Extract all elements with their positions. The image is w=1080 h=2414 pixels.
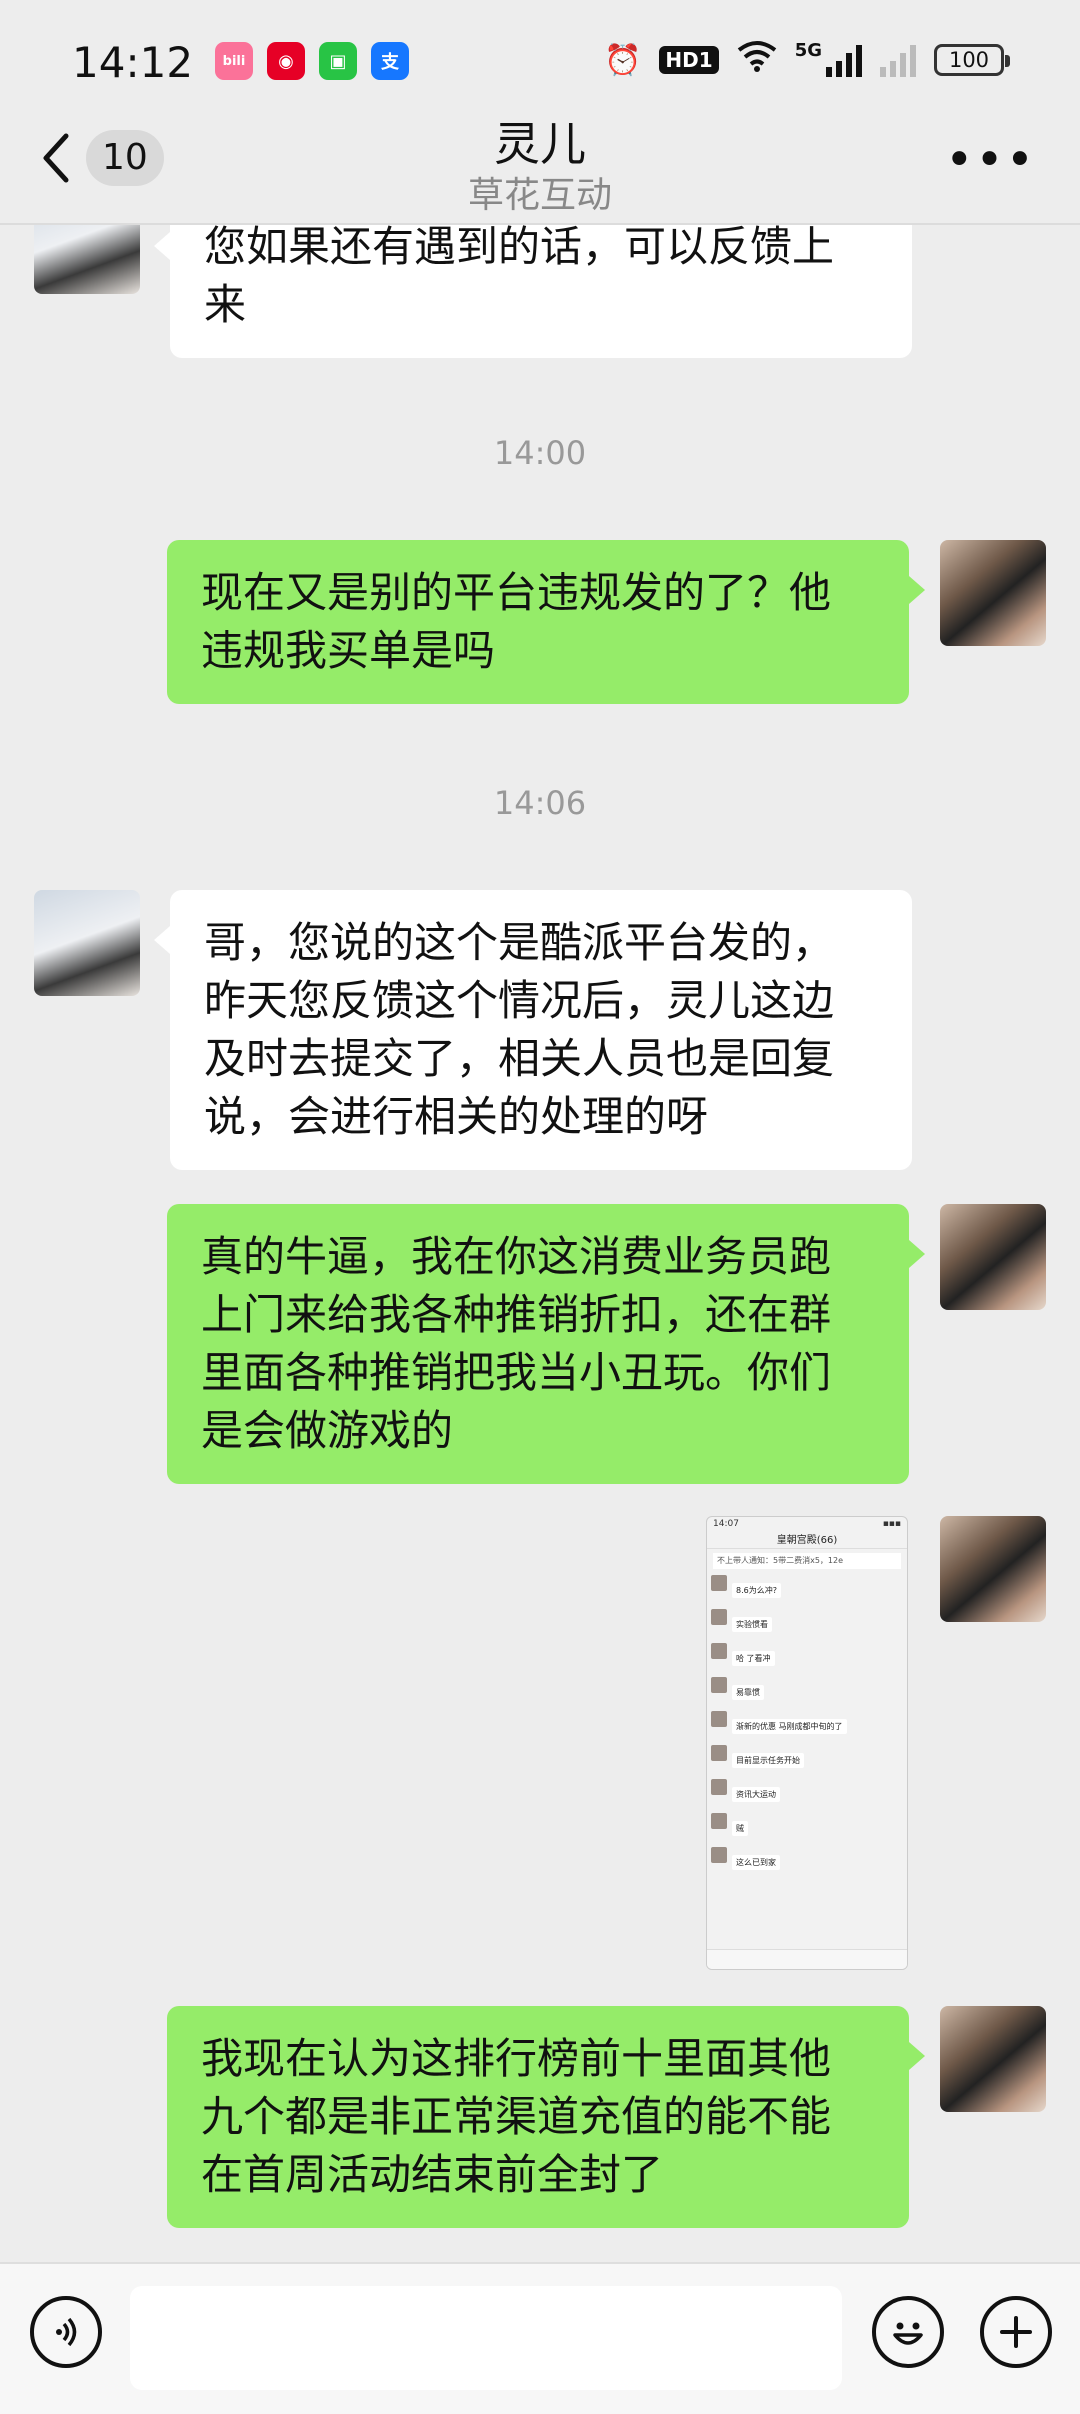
screenshot-status-icons: ▪▪▪ bbox=[882, 1519, 901, 1529]
screenshot-avatar bbox=[711, 1643, 727, 1659]
message-bubble-outgoing[interactable]: 我现在认为这排行榜前十里面其他 九个都是非正常渠道充值的能不能 在首周活动结束前… bbox=[167, 2006, 925, 2228]
netease-music-icon: ◉ bbox=[267, 42, 305, 80]
user-avatar[interactable] bbox=[940, 540, 1046, 646]
screenshot-image-message[interactable]: 14:07 ▪▪▪ 皇朝宫殿(66) 不上带人通知：5带二费消x5，12e 8.… bbox=[706, 1516, 908, 1970]
chat-area[interactable]: 您如果还有遇到的话，可以反馈上 来 14:00 现在又是别的平台违规发的了？他 … bbox=[0, 0, 1080, 2260]
screenshot-row: 这么已到家 bbox=[711, 1847, 903, 1875]
screenshot-avatar bbox=[711, 1609, 727, 1625]
message-bubble-outgoing[interactable]: 现在又是别的平台违规发的了？他 违规我买单是吗 bbox=[167, 540, 925, 704]
screenshot-avatar bbox=[711, 1711, 727, 1727]
screenshot-notice: 不上带人通知：5带二费消x5，12e bbox=[713, 1553, 901, 1569]
signal-icon bbox=[826, 43, 862, 77]
screenshot-text: 这么已到家 bbox=[732, 1855, 780, 1870]
screenshot-text: 8.6为么冲? bbox=[732, 1583, 781, 1598]
screenshot-title: 皇朝宫殿(66) bbox=[707, 1531, 907, 1549]
wifi-icon bbox=[737, 40, 777, 80]
screenshot-row: 8.6为么冲? bbox=[711, 1575, 903, 1603]
alarm-icon: ⏰ bbox=[604, 42, 642, 78]
screenshot-text: 贼 bbox=[732, 1821, 748, 1836]
hd-icon: HD1 bbox=[659, 46, 719, 74]
screenshot-row: 贼 bbox=[711, 1813, 903, 1841]
message-input[interactable] bbox=[130, 2286, 842, 2390]
screenshot-row: 实验惯看 bbox=[711, 1609, 903, 1637]
user-avatar[interactable] bbox=[940, 2006, 1046, 2112]
screenshot-time: 14:07 bbox=[713, 1519, 739, 1529]
screenshot-avatar bbox=[711, 1745, 727, 1761]
message-bubble-outgoing[interactable]: 真的牛逼，我在你这消费业务员跑 上门来给我各种推销折扣，还在群 里面各种推销把我… bbox=[167, 1204, 925, 1484]
alipay-icon: 支 bbox=[371, 42, 409, 80]
screenshot-text: 实验惯看 bbox=[732, 1617, 772, 1632]
message-timestamp: 14:00 bbox=[493, 434, 587, 472]
chat-title: 灵儿 bbox=[494, 117, 586, 171]
emoji-icon[interactable] bbox=[872, 2296, 944, 2368]
screenshot-text: 哈 了看冲 bbox=[732, 1651, 775, 1666]
screenshot-text: 渐新的优惠 马刚成都中旬的了 bbox=[732, 1719, 847, 1734]
screenshot-status: 14:07 ▪▪▪ bbox=[707, 1517, 907, 1531]
user-avatar[interactable] bbox=[940, 1516, 1046, 1622]
status-indicators: ⏰ HD1 5G 100 bbox=[604, 40, 1010, 80]
message-bubble-incoming[interactable]: 哥，您说的这个是酷派平台发的， 昨天您反馈这个情况后，灵儿这边 及时去提交了，相… bbox=[154, 890, 912, 1170]
screenshot-avatar bbox=[711, 1575, 727, 1591]
status-time: 14:12 bbox=[72, 38, 194, 87]
user-avatar[interactable] bbox=[940, 1204, 1046, 1310]
messages-icon: ▣ bbox=[319, 42, 357, 80]
screenshot-row: 渐新的优惠 马刚成都中旬的了 bbox=[711, 1711, 903, 1739]
input-bar bbox=[0, 2262, 1080, 2414]
bilibili-icon: bili bbox=[215, 42, 253, 80]
screenshot-input-bar bbox=[707, 1949, 907, 1969]
notification-icons: bili ◉ ▣ 支 bbox=[215, 42, 409, 80]
screenshot-avatar bbox=[711, 1677, 727, 1693]
message-timestamp: 14:06 bbox=[493, 784, 587, 822]
battery-icon: 100 bbox=[934, 44, 1010, 76]
screenshot-avatar bbox=[711, 1813, 727, 1829]
chat-header: 10 灵儿 草花互动 ••• bbox=[0, 100, 1080, 225]
screenshot-row: 哈 了看冲 bbox=[711, 1643, 903, 1671]
screenshot-row: 目前显示任务开始 bbox=[711, 1745, 903, 1773]
agent-avatar[interactable] bbox=[34, 890, 140, 996]
voice-icon[interactable] bbox=[30, 2296, 102, 2368]
screenshot-text: 易靠惯 bbox=[732, 1685, 764, 1700]
screenshot-avatar bbox=[711, 1779, 727, 1795]
screenshot-text: 目前显示任务开始 bbox=[732, 1753, 804, 1768]
signal-secondary-icon bbox=[880, 43, 916, 77]
screenshot-text: 资讯大运动 bbox=[732, 1787, 780, 1802]
chat-subtitle: 草花互动 bbox=[467, 175, 612, 216]
network-label: 5G bbox=[794, 40, 822, 61]
screenshot-row: 易靠惯 bbox=[711, 1677, 903, 1705]
screenshot-row: 资讯大运动 bbox=[711, 1779, 903, 1807]
plus-icon[interactable] bbox=[980, 2296, 1052, 2368]
screenshot-avatar bbox=[711, 1847, 727, 1863]
more-icon[interactable]: ••• bbox=[945, 132, 1036, 188]
